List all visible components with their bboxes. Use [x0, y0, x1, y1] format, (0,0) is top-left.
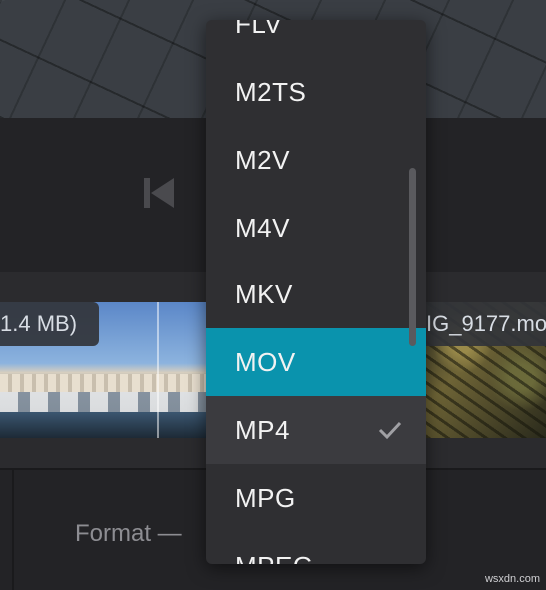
clip-divider — [157, 302, 159, 438]
dropdown-scrollbar[interactable] — [409, 168, 416, 346]
format-label: Format — — [75, 520, 182, 547]
skip-previous-icon — [144, 178, 174, 208]
option-label: M4V — [235, 212, 290, 243]
format-option-m4v[interactable]: M4V — [206, 194, 426, 262]
thumbnail-boats — [0, 392, 206, 412]
option-label: M2V — [235, 144, 290, 175]
option-label: MPG — [235, 482, 296, 513]
check-icon — [378, 421, 402, 440]
format-option-mkv[interactable]: MKV — [206, 260, 426, 328]
format-option-m2v[interactable]: M2V — [206, 126, 426, 194]
format-option-mp4[interactable]: MP4 — [206, 396, 426, 464]
option-label: MP4 — [235, 414, 290, 445]
format-option-m2ts[interactable]: M2TS — [206, 58, 426, 126]
divider — [12, 470, 14, 590]
thumbnail-water — [0, 412, 206, 438]
format-option-mpg[interactable]: MPG — [206, 464, 426, 532]
format-option-mov[interactable]: MOV — [206, 328, 426, 396]
watermark: wsxdn.com — [484, 573, 540, 585]
option-label: MOV — [235, 346, 296, 377]
format-option-flv[interactable]: FLV — [206, 20, 426, 58]
thumbnail-buildings — [0, 374, 206, 392]
option-label: M2TS — [235, 76, 307, 107]
format-dropdown[interactable]: FLV M2TS M2V M4V MKV MOV MP4 MPG MPEG — [206, 20, 426, 564]
clip-filename-label: IG_9177.mo — [426, 302, 546, 346]
option-label: MPEG — [235, 551, 314, 565]
clip-size-label: 1.4 MB) — [0, 302, 100, 346]
format-option-mpeg[interactable]: MPEG — [206, 532, 426, 565]
option-label: FLV — [235, 20, 283, 39]
option-label: MKV — [235, 278, 293, 309]
skip-previous-button[interactable] — [142, 176, 176, 210]
